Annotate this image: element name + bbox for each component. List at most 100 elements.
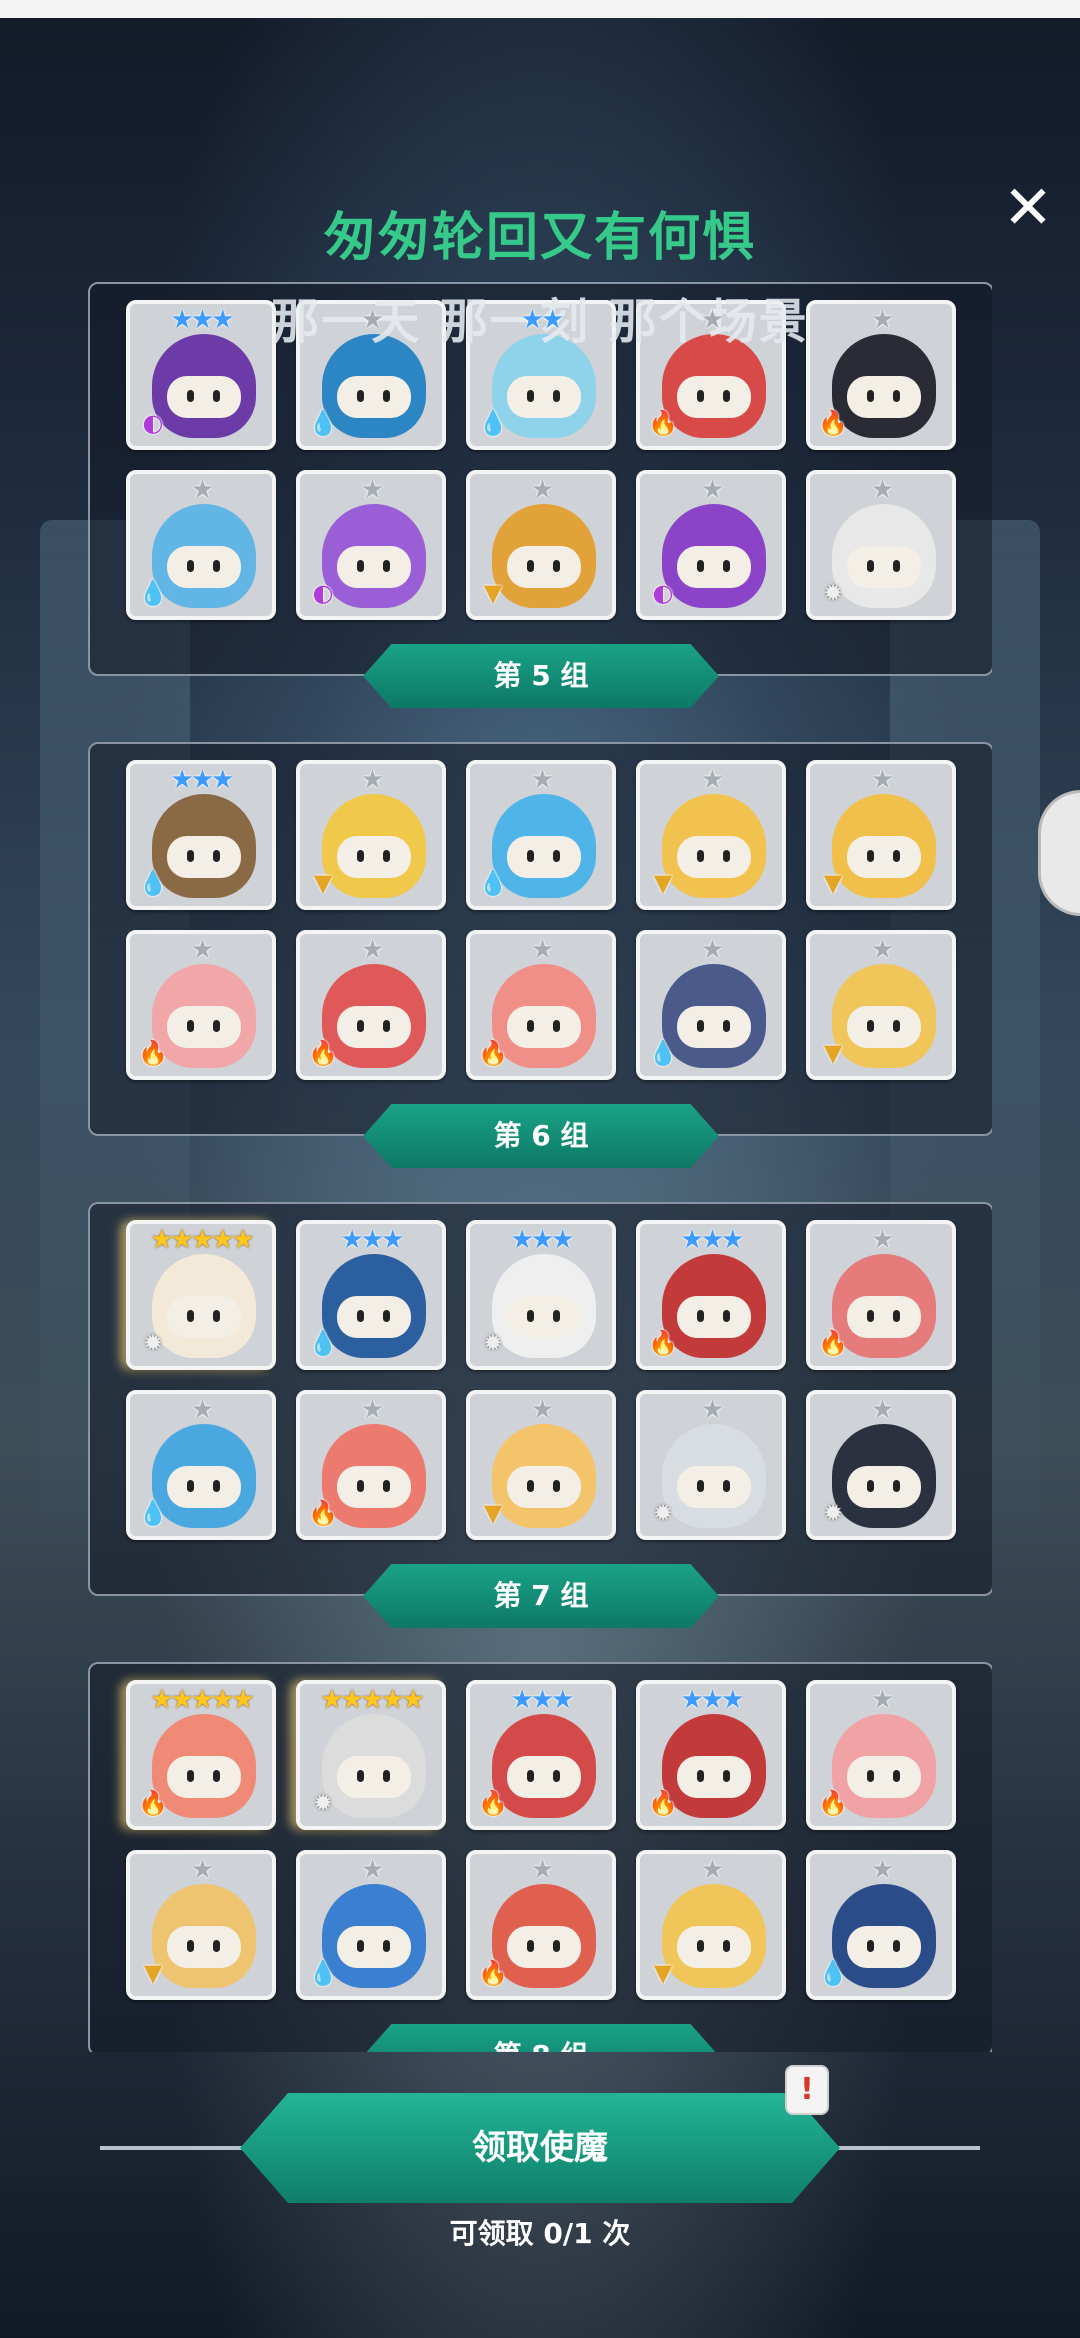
familiar-card[interactable]: ★ ▼ [806,930,956,1080]
familiar-card[interactable]: ★ 💧 [126,470,276,620]
familiar-face [507,836,581,878]
familiar-card[interactable]: ★ 🔥 [296,1390,446,1540]
familiar-card[interactable]: ★★★ 🔥 [636,1220,786,1370]
familiar-card[interactable]: ★ ✹ [806,470,956,620]
eye [867,560,874,572]
familiar-card[interactable]: ★★★ 🔥 [636,1680,786,1830]
familiar-card[interactable]: ★ ▼ [466,470,616,620]
familiar-face [167,1926,241,1968]
earth-element-icon: ▼ [483,579,503,607]
star-rating-icon: ★ [700,765,724,795]
familiar-card[interactable]: ★ 💧 [126,1390,276,1540]
familiar-card[interactable]: ★ 💧 [296,300,446,450]
familiar-card[interactable]: ★ ▼ [466,1390,616,1540]
familiar-card[interactable]: ★★★ ✹ [466,1220,616,1370]
eye [213,1480,220,1492]
eye [867,1020,874,1032]
familiar-card[interactable]: ★ 🔥 [466,1850,616,2000]
familiar-face [337,1756,411,1798]
eye [697,850,704,862]
familiar-face [337,376,411,418]
eye [383,1480,390,1492]
eye [867,1480,874,1492]
familiar-card[interactable]: ★ 💧 [296,1850,446,2000]
star-rating-icon: ★ [190,1855,214,1885]
familiar-card[interactable]: ★ 🔥 [806,1680,956,1830]
familiar-face [847,546,921,588]
eye [527,1940,534,1952]
familiar-card[interactable]: ★★★ ◐ [126,300,276,450]
familiar-card[interactable]: ★ ▼ [806,760,956,910]
eye [213,390,220,402]
eye [893,1020,900,1032]
close-icon[interactable]: ✕ [1000,178,1056,238]
familiar-card[interactable]: ★ 💧 [636,930,786,1080]
familiar-card[interactable]: ★ ▼ [126,1850,276,2000]
familiar-card[interactable]: ★ 🔥 [466,930,616,1080]
star-rating-icon: ★ [530,765,554,795]
group-list[interactable]: ★★★ ◐ ★ 💧 ★★ 💧 ★ 🔥 ★ 🔥 ★ 💧 ★ ◐ ★ ▼ ★ ◐ ★ ✹ 第 5 组 ★★★ 💧 ★ ▼ ★ 💧 ★ ▼ ★ ▼… [88,282,992,2052]
familiar-card[interactable]: ★ ▼ [636,760,786,910]
earth-element-icon: ▼ [143,1959,163,1987]
familiar-card[interactable]: ★ ▼ [296,760,446,910]
eye [213,1310,220,1322]
group-label: 第 8 组 [363,2024,719,2052]
group-panel: ★★★ 💧 ★ ▼ ★ 💧 ★ ▼ ★ ▼ ★ 🔥 ★ 🔥 ★ 🔥 ★ 💧 ★ ▼ 第 6 组 [88,742,992,1168]
familiar-card[interactable]: ★★★ 💧 [296,1220,446,1370]
group-panel: ★★★★★ ✹ ★★★ 💧 ★★★ ✹ ★★★ 🔥 ★ 🔥 ★ 💧 ★ 🔥 ★ ▼ ★ ✹ ★ ✹ 第 7 组 [88,1202,992,1628]
familiar-card[interactable]: ★ 🔥 [806,1220,956,1370]
earth-element-icon: ▼ [823,1039,843,1067]
familiar-face [847,836,921,878]
familiar-card[interactable]: ★ 🔥 [126,930,276,1080]
claim-familiar-button[interactable]: 领取使魔 [240,2093,840,2203]
familiar-card[interactable]: ★ 🔥 [636,300,786,450]
eye [357,1940,364,1952]
star-rating-icon: ★ [190,475,214,505]
eye [527,1310,534,1322]
familiar-face [337,836,411,878]
fire-element-icon: 🔥 [648,1789,678,1817]
familiar-card[interactable]: ★★★★★ ✹ [126,1220,276,1370]
light-element-icon: ✹ [142,1329,164,1357]
star-rating-icon: ★ [870,1685,894,1715]
eye [867,1940,874,1952]
eye [553,1770,560,1782]
eye [383,850,390,862]
eye [383,1940,390,1952]
familiar-face [337,546,411,588]
eye [187,1940,194,1952]
familiar-card[interactable]: ★★ 💧 [466,300,616,450]
familiar-grid: ★★★★★ ✹ ★★★ 💧 ★★★ ✹ ★★★ 🔥 ★ 🔥 ★ 💧 ★ 🔥 ★ ▼ ★ ✹ ★ ✹ [126,1220,956,1540]
familiar-card[interactable]: ★ ✹ [636,1390,786,1540]
eye [723,1770,730,1782]
familiar-card[interactable]: ★ 🔥 [806,300,956,450]
star-rating-icon: ★ [360,1855,384,1885]
fire-element-icon: 🔥 [648,1329,678,1357]
familiar-card[interactable]: ★ ◐ [296,470,446,620]
star-rating-icon: ★ [530,1855,554,1885]
eye [723,1480,730,1492]
familiar-face [677,836,751,878]
star-rating-icon: ★★★ [510,1685,575,1715]
eye [187,560,194,572]
familiar-card[interactable]: ★ ◐ [636,470,786,620]
familiar-card[interactable]: ★ 💧 [806,1850,956,2000]
water-element-icon: 💧 [138,869,168,897]
familiar-card[interactable]: ★ 🔥 [296,930,446,1080]
familiar-card[interactable]: ★★★★★ 🔥 [126,1680,276,1830]
star-rating-icon: ★ [190,935,214,965]
star-rating-icon: ★ [870,1225,894,1255]
star-rating-icon: ★ [700,935,724,965]
familiar-card[interactable]: ★★★★★ ✹ [296,1680,446,1830]
familiar-card[interactable]: ★ ▼ [636,1850,786,2000]
eye [553,1940,560,1952]
familiar-card[interactable]: ★★★ 💧 [126,760,276,910]
eye [383,1770,390,1782]
familiar-card[interactable]: ★★★ 🔥 [466,1680,616,1830]
familiar-card[interactable]: ★ ✹ [806,1390,956,1540]
eye [553,1480,560,1492]
star-rating-icon: ★ [530,475,554,505]
familiar-face [677,1006,751,1048]
familiar-card[interactable]: ★ 💧 [466,760,616,910]
familiar-face [337,1926,411,1968]
